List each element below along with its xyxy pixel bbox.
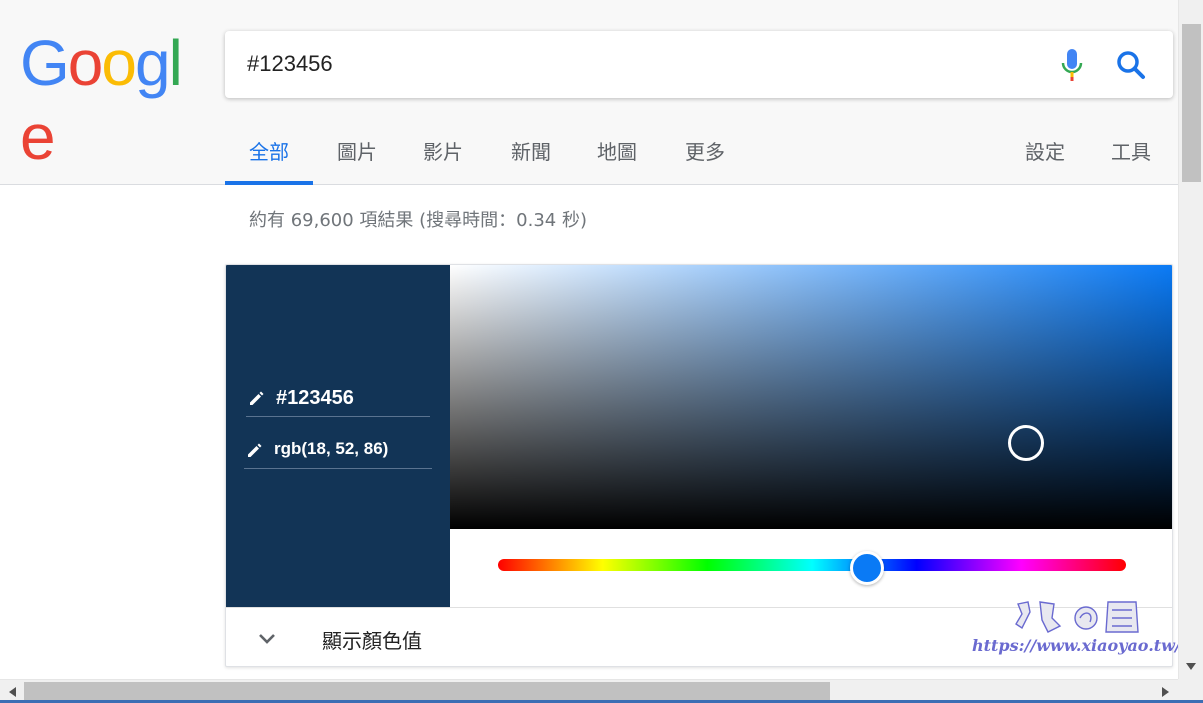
- watermark-url: https://www.xiaoyao.tw/: [972, 636, 1181, 655]
- settings-link[interactable]: 設定: [1021, 130, 1069, 185]
- rgb-value: rgb(18, 52, 86): [274, 439, 389, 458]
- google-logo[interactable]: Google: [20, 26, 200, 173]
- arrow-down-icon[interactable]: [1186, 663, 1196, 671]
- watermark: https://www.xiaoyao.tw/: [968, 598, 1181, 658]
- tools-link[interactable]: 工具: [1107, 130, 1155, 185]
- result-stats: 約有 69,600 項結果 (搜尋時間：0.34 秒): [249, 210, 587, 231]
- search-icon[interactable]: [1115, 49, 1147, 81]
- show-values-label: 顯示顏色值: [322, 629, 422, 653]
- tab-more[interactable]: 更多: [681, 130, 729, 185]
- tab-videos[interactable]: 影片: [419, 130, 467, 185]
- saturation-value-handle[interactable]: [1008, 425, 1044, 461]
- pencil-icon: [250, 391, 264, 405]
- hex-field[interactable]: #123456: [246, 381, 430, 417]
- hue-slider-thumb[interactable]: [850, 551, 884, 585]
- tab-images[interactable]: 圖片: [333, 130, 381, 185]
- chevron-down-icon[interactable]: [256, 628, 278, 650]
- mic-icon[interactable]: [1058, 47, 1086, 83]
- tab-maps[interactable]: 地圖: [593, 130, 641, 185]
- pencil-icon: [248, 443, 262, 457]
- saturation-value-area[interactable]: [450, 265, 1172, 529]
- hex-value: #123456: [276, 387, 354, 409]
- arrow-right-icon[interactable]: [1162, 687, 1170, 697]
- vertical-scrollbar-thumb[interactable]: [1182, 24, 1201, 182]
- rgb-field[interactable]: rgb(18, 52, 86): [244, 433, 432, 469]
- color-swatch: #123456 rgb(18, 52, 86): [226, 265, 450, 607]
- arrow-left-icon[interactable]: [8, 687, 16, 697]
- vertical-scrollbar[interactable]: [1178, 0, 1203, 679]
- tab-news[interactable]: 新聞: [507, 130, 555, 185]
- search-input[interactable]: [247, 47, 1007, 81]
- search-box: [225, 31, 1173, 98]
- search-header: Google 全部 圖片 影片 新聞 地圖 更多 設定 工具: [0, 0, 1178, 185]
- hue-slider[interactable]: [498, 559, 1126, 571]
- watermark-logo: [1015, 601, 1139, 633]
- tab-all[interactable]: 全部: [225, 130, 313, 185]
- horizontal-scrollbar-thumb[interactable]: [24, 682, 830, 701]
